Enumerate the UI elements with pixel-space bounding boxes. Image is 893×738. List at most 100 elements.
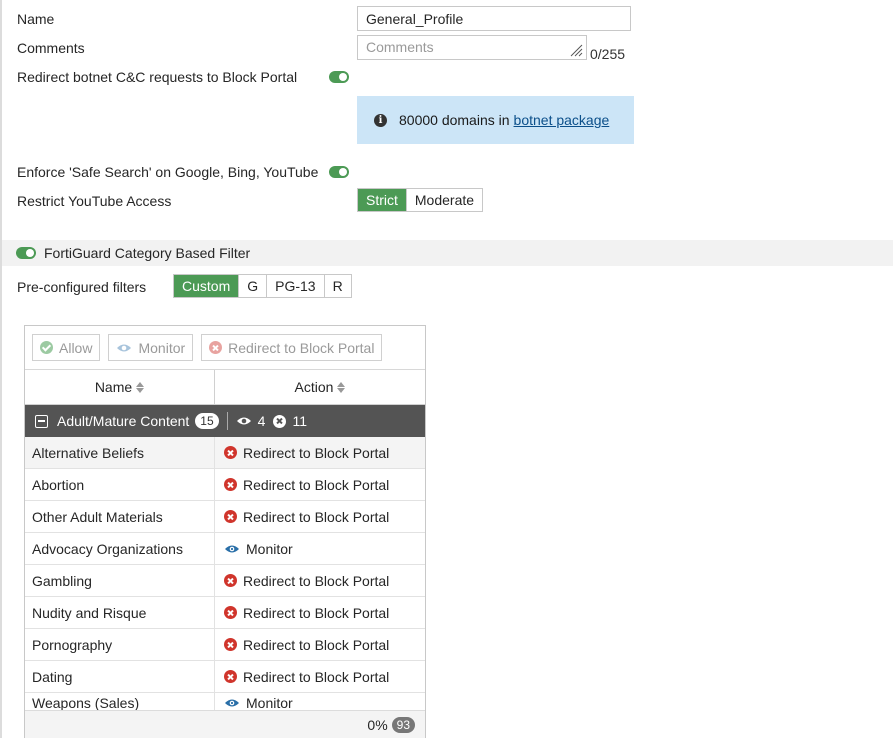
row-action-cell: Redirect to Block Portal <box>215 501 425 532</box>
row-action-label: Redirect to Block Portal <box>243 572 390 589</box>
row-action-label: Redirect to Block Portal <box>243 444 390 461</box>
table-row[interactable]: Nudity and Risque Redirect to Block Porta… <box>25 597 425 629</box>
footer-count-badge: 93 <box>391 716 415 733</box>
eye-icon <box>224 698 240 708</box>
row-action-cell: Monitor <box>215 533 425 564</box>
allow-button-label: Allow <box>59 339 93 356</box>
column-header-name[interactable]: Name <box>25 370 215 404</box>
table-row[interactable]: Alternative Beliefs Redirect to Block Por… <box>25 437 425 469</box>
row-action-label: Monitor <box>246 694 293 711</box>
row-action-label: Redirect to Block Portal <box>243 636 390 653</box>
redirect-button[interactable]: Redirect to Block Portal <box>201 334 383 361</box>
row-category-name: Dating <box>25 661 215 692</box>
row-action-cell: Redirect to Block Portal <box>215 469 425 500</box>
name-input[interactable] <box>357 6 631 31</box>
comments-textarea[interactable]: Comments <box>357 35 587 60</box>
resize-grip-icon[interactable] <box>569 43 583 57</box>
column-header-action[interactable]: Action <box>215 370 425 404</box>
eye-icon <box>224 544 240 554</box>
fortiguard-toggle[interactable] <box>16 247 36 259</box>
row-action-label: Monitor <box>246 540 293 557</box>
filter-option-r[interactable]: R <box>324 275 351 297</box>
row-category-name: Alternative Beliefs <box>25 437 215 468</box>
table-row[interactable]: Dating Redirect to Block Portal <box>25 661 425 693</box>
group-divider <box>226 412 228 430</box>
eye-icon <box>116 343 132 353</box>
x-circle-icon <box>224 478 237 491</box>
table-row[interactable]: Abortion Redirect to Block Portal <box>25 469 425 501</box>
youtube-restriction-selector: Strict Moderate <box>357 188 484 212</box>
comments-counter: 0/255 <box>590 46 626 62</box>
row-action-cell: Redirect to Block Portal <box>215 437 425 468</box>
table-row[interactable]: Gambling Redirect to Block Portal <box>25 565 425 597</box>
redirect-button-label: Redirect to Block Portal <box>228 339 375 356</box>
monitor-button[interactable]: Monitor <box>108 334 194 361</box>
collapse-icon[interactable] <box>35 414 48 428</box>
botnet-package-link[interactable]: botnet package <box>514 112 610 128</box>
footer-percent: 0% <box>367 716 388 733</box>
group-monitor-count: 4 <box>257 413 266 429</box>
monitor-button-label: Monitor <box>138 339 186 356</box>
x-circle-icon <box>224 574 237 587</box>
group-row-adult-mature[interactable]: Adult/Mature Content 15 4 11 <box>25 405 425 437</box>
youtube-option-strict[interactable]: Strict <box>358 189 407 211</box>
sort-icon <box>136 381 145 393</box>
x-circle-icon <box>224 670 237 683</box>
filter-option-g[interactable]: G <box>239 275 268 297</box>
row-action-label: Redirect to Block Portal <box>243 668 390 685</box>
row-action-cell: Redirect to Block Portal <box>215 597 425 628</box>
safe-search-label: Enforce 'Safe Search' on Google, Bing, Y… <box>17 164 319 180</box>
x-circle-icon <box>224 446 237 459</box>
row-category-name: Pornography <box>25 629 215 660</box>
group-count-badge: 15 <box>195 413 219 429</box>
x-circle-icon <box>224 510 237 523</box>
table-footer: 0% 93 <box>25 710 425 738</box>
botnet-label: Redirect botnet C&C requests to Block Po… <box>17 69 298 85</box>
group-name: Adult/Mature Content <box>57 413 190 429</box>
column-name-label: Name <box>94 379 133 395</box>
info-text: 80000 domains in <box>399 112 510 128</box>
check-circle-icon <box>40 341 53 354</box>
sort-icon <box>337 381 346 393</box>
fortiguard-section-label: FortiGuard Category Based Filter <box>44 245 251 261</box>
allow-button[interactable]: Allow <box>32 334 101 361</box>
table-row[interactable]: Other Adult Materials Redirect to Block P… <box>25 501 425 533</box>
group-redirect-count: 11 <box>292 413 307 429</box>
table-row[interactable]: Pornography Redirect to Block Portal <box>25 629 425 661</box>
eye-icon <box>236 416 252 426</box>
row-action-cell: Redirect to Block Portal <box>215 661 425 692</box>
info-icon: i <box>374 113 387 127</box>
comments-label: Comments <box>17 40 85 56</box>
category-filter-table: Allow Monitor Redirect to Block Portal N… <box>24 325 426 738</box>
row-action-label: Redirect to Block Portal <box>243 508 390 525</box>
table-body: Alternative Beliefs Redirect to Block Por… <box>25 437 425 713</box>
x-circle-icon <box>209 341 223 354</box>
botnet-toggle[interactable] <box>329 71 349 83</box>
preconfigured-filters-selector: Custom G PG-13 R <box>173 274 352 298</box>
filter-option-pg13[interactable]: PG-13 <box>267 275 325 297</box>
row-category-name: Gambling <box>25 565 215 596</box>
x-circle-icon <box>224 606 237 619</box>
filter-option-custom[interactable]: Custom <box>174 275 240 297</box>
comments-placeholder: Comments <box>366 39 434 55</box>
botnet-info-box: i 80000 domains in botnet package <box>357 96 634 144</box>
left-border <box>0 0 2 738</box>
table-toolbar: Allow Monitor Redirect to Block Portal <box>25 326 425 370</box>
row-category-name: Other Adult Materials <box>25 501 215 532</box>
group-monitor-stat: 4 <box>236 413 266 429</box>
column-action-label: Action <box>294 379 334 395</box>
group-redirect-stat: 11 <box>273 413 307 429</box>
row-category-name: Abortion <box>25 469 215 500</box>
name-label: Name <box>17 11 55 27</box>
table-header: Name Action <box>25 370 425 405</box>
row-category-name: Advocacy Organizations <box>25 533 215 564</box>
x-circle-icon <box>273 414 287 428</box>
row-action-label: Redirect to Block Portal <box>243 604 390 621</box>
row-action-label: Redirect to Block Portal <box>243 476 390 493</box>
youtube-option-moderate[interactable]: Moderate <box>406 189 483 211</box>
row-action-cell: Redirect to Block Portal <box>215 629 425 660</box>
row-category-name: Nudity and Risque <box>25 597 215 628</box>
safe-search-toggle[interactable] <box>329 166 349 178</box>
preconfigured-filters-label: Pre-configured filters <box>17 279 147 295</box>
table-row[interactable]: Advocacy Organizations Monitor <box>25 533 425 565</box>
